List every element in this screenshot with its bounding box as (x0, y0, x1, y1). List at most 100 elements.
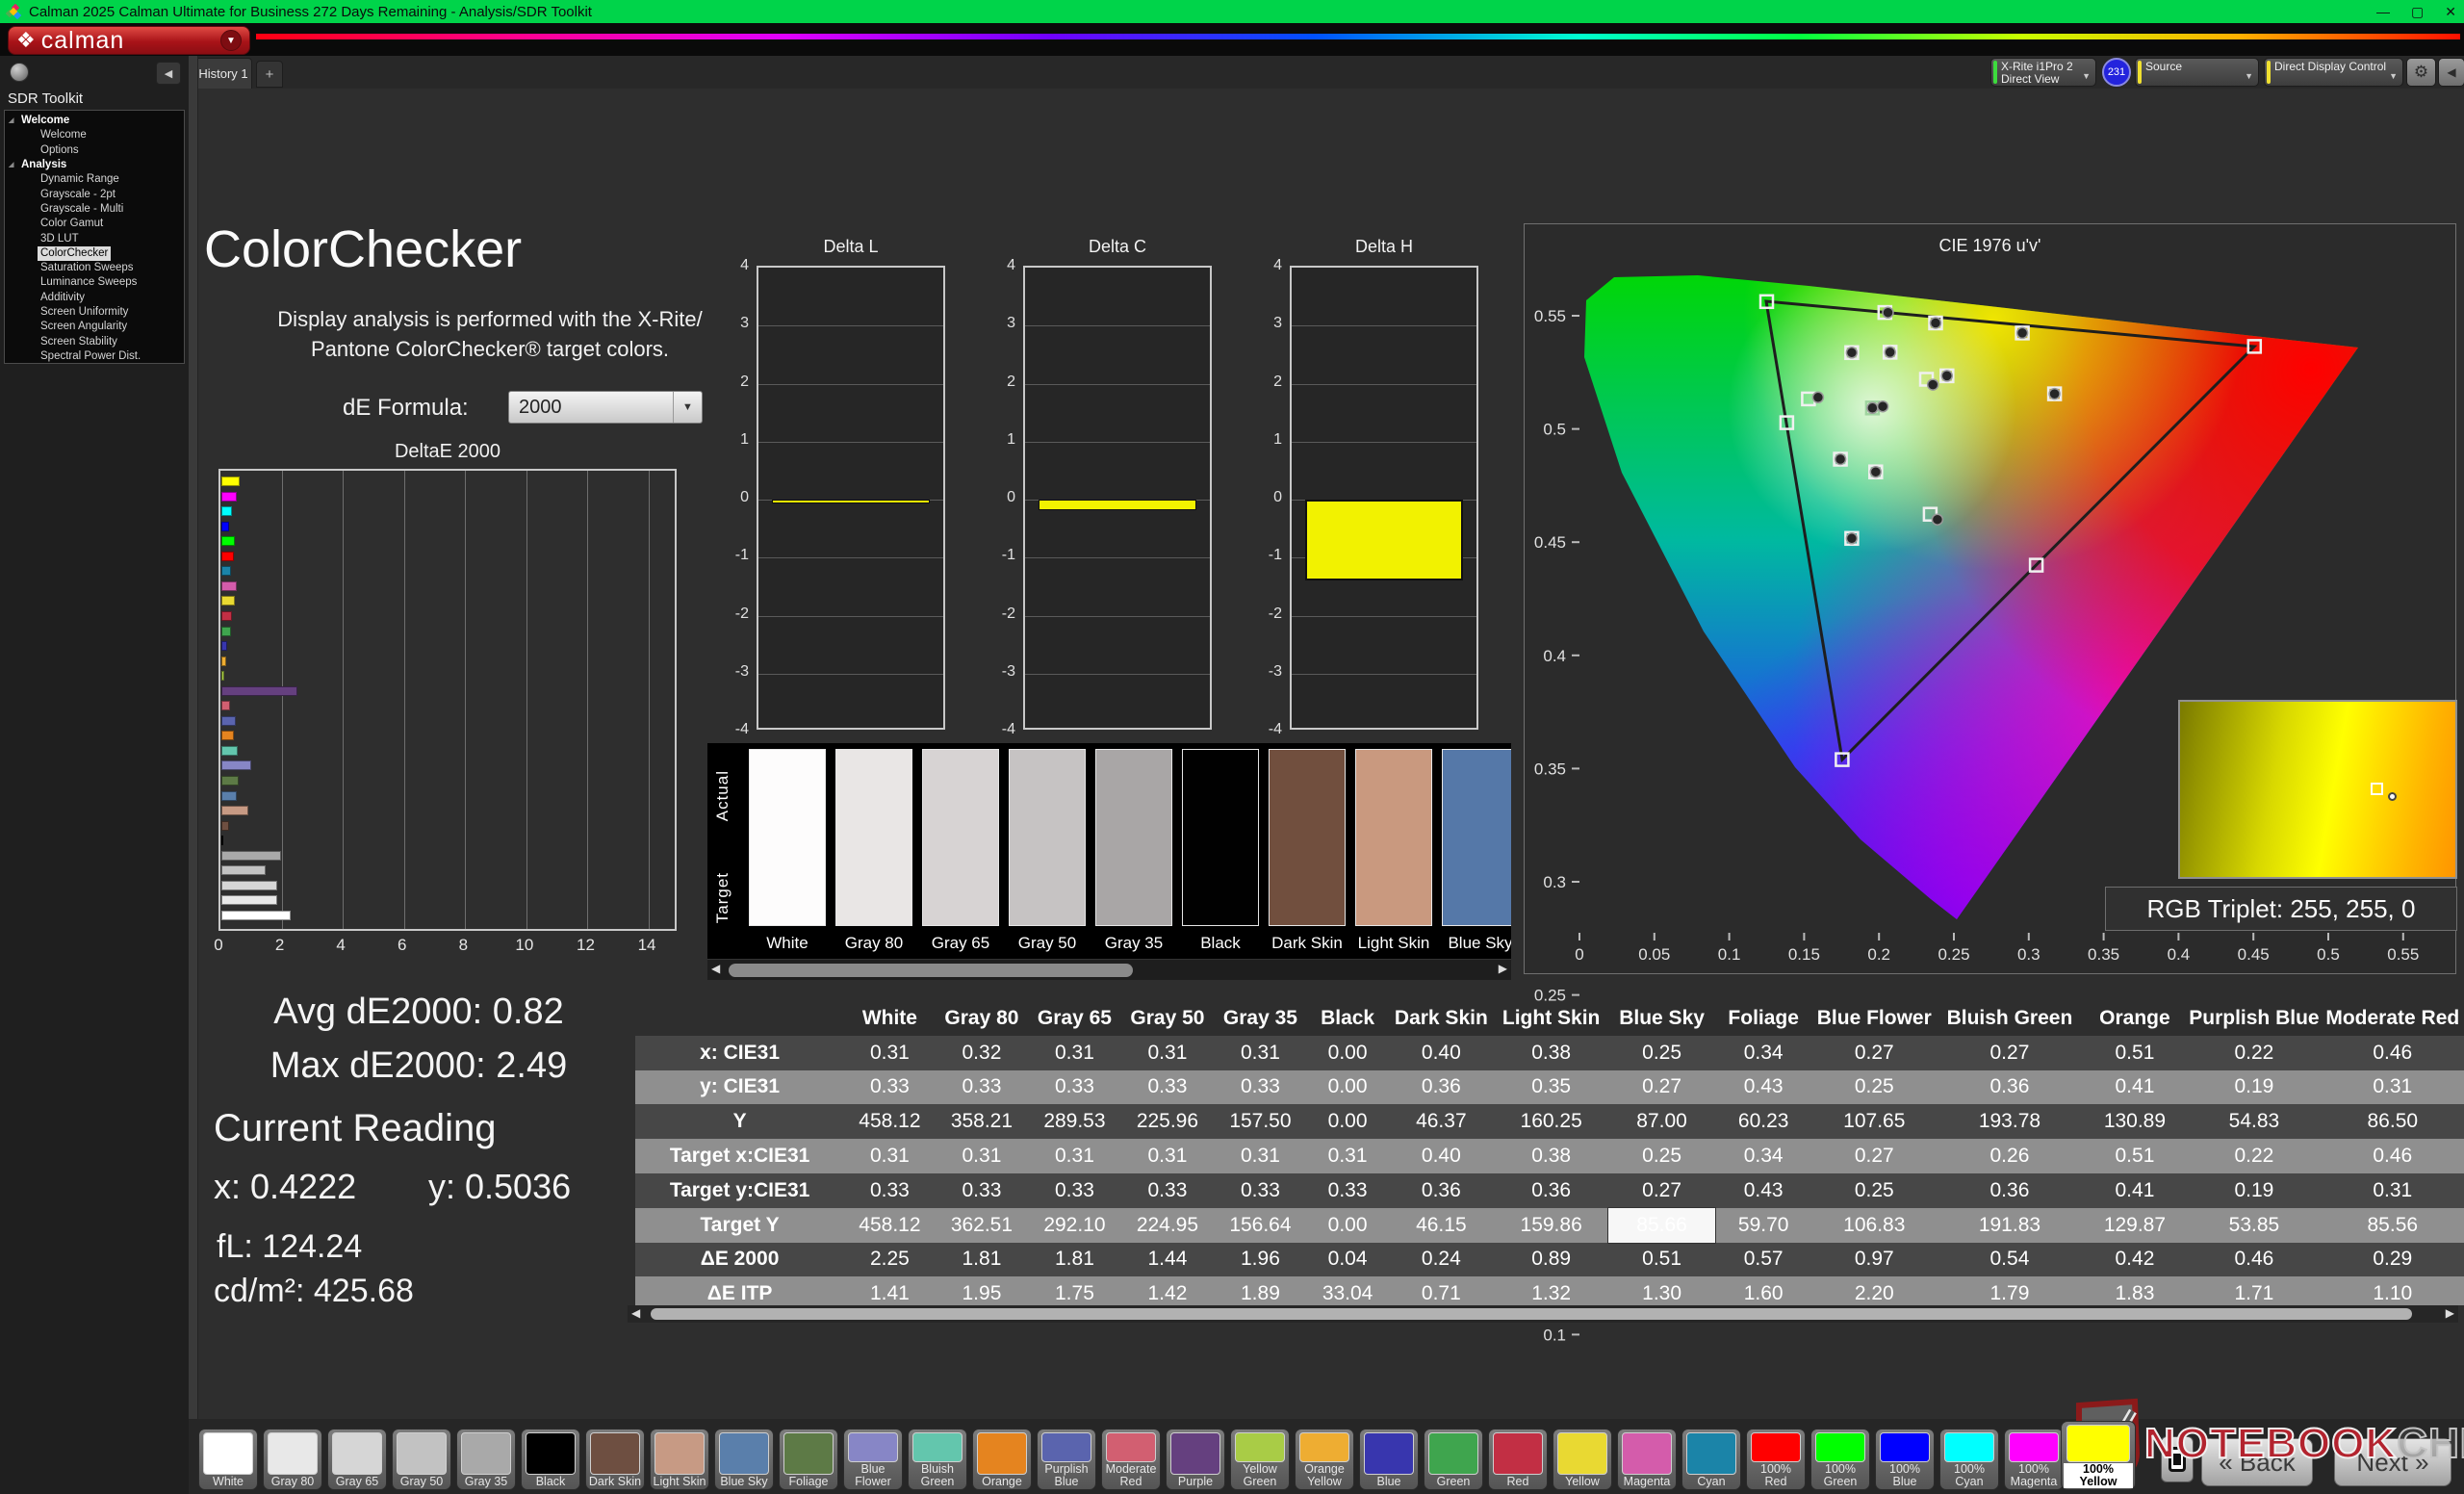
collapse-panel-button[interactable]: ◀ (2438, 58, 2464, 87)
sidebar-item-saturation-sweeps[interactable]: Saturation Sweeps (5, 261, 184, 275)
swatch-gray-35[interactable] (1095, 749, 1172, 926)
collapse-sidebar-button[interactable]: ◀ (156, 62, 181, 85)
table-scrollbar[interactable]: ◀ ▶ (628, 1305, 2458, 1323)
swatch-dark-skin[interactable] (1269, 749, 1346, 926)
patch-tile-gray-65[interactable]: Gray 65 (327, 1429, 387, 1490)
patch-tile-bluish-green[interactable]: Bluish Green (908, 1429, 967, 1490)
sidebar-splitter[interactable] (189, 56, 198, 1494)
pattern-window-button[interactable] (2161, 1436, 2194, 1482)
sidebar-item-screen-angularity[interactable]: Screen Angularity (5, 320, 184, 334)
patch-tile-100-green[interactable]: 100% Green (1810, 1429, 1870, 1490)
swatch-gray-65[interactable] (922, 749, 999, 926)
sidebar-item-welcome[interactable]: ◢ Welcome (5, 114, 184, 128)
sidebar-item-options[interactable]: Options (5, 143, 184, 158)
expander-icon[interactable]: ◢ (9, 114, 18, 128)
expander-icon[interactable]: ◢ (9, 158, 18, 172)
patch-tile-yellow[interactable]: Yellow (1553, 1429, 1612, 1490)
patch-tile-purple[interactable]: Purple (1166, 1429, 1225, 1490)
patch-tile-moderate-red[interactable]: Moderate Red (1101, 1429, 1161, 1490)
tab-history-1[interactable]: History 1 (194, 58, 252, 89)
sidebar-item-3d-lut[interactable]: 3D LUT (5, 231, 184, 245)
sidebar-item-dynamic-range[interactable]: Dynamic Range (5, 172, 184, 187)
sidebar-item-additivity[interactable]: Additivity (5, 291, 184, 305)
patch-tile-purplish-blue[interactable]: Purplish Blue (1037, 1429, 1096, 1490)
table-cell: 0.27 (1608, 1172, 1716, 1208)
axis-tick-label: 4 (1007, 257, 1015, 273)
scroll-right-icon[interactable]: ▶ (1499, 962, 1507, 975)
sidebar-item-screen-stability[interactable]: Screen Stability (5, 334, 184, 348)
chevron-left-icon: ◀ (2447, 65, 2456, 79)
meter-count-badge[interactable]: 231 (2102, 58, 2131, 87)
patch-tile-black[interactable]: Black (521, 1429, 580, 1490)
swatch-gray-80[interactable] (835, 749, 912, 926)
gridline (526, 471, 527, 929)
swatch-strip-scrollbar[interactable]: ◀ ▶ (707, 959, 1511, 980)
settings-button[interactable]: ⚙ (2406, 58, 2436, 87)
sidebar-item-screen-uniformity[interactable]: Screen Uniformity (5, 305, 184, 320)
swatch-gray-50[interactable] (1009, 749, 1086, 926)
add-tab-button[interactable]: + (256, 61, 283, 88)
sidebar-item-analysis[interactable]: ◢ Analysis (5, 158, 184, 172)
patch-tile-green[interactable]: Green (1424, 1429, 1483, 1490)
swatch-white[interactable] (749, 749, 826, 926)
swatch-black[interactable] (1182, 749, 1259, 926)
patch-tile-100-red[interactable]: 100% Red (1746, 1429, 1806, 1490)
deltae-bar-red (221, 610, 233, 621)
patch-color-chip (1622, 1432, 1672, 1475)
patch-tile-100-cyan[interactable]: 100% Cyan (1939, 1429, 1999, 1490)
patch-tile-blue-sky[interactable]: Blue Sky (714, 1429, 774, 1490)
calman-menu-button[interactable]: ❖ calman ▼ (8, 26, 250, 55)
sidebar-item-color-gamut[interactable]: Color Gamut (5, 217, 184, 231)
patch-tile-gray-80[interactable]: Gray 80 (263, 1429, 322, 1490)
display-control-dropdown[interactable]: Direct Display Control ▼ (2264, 58, 2403, 87)
table-column-header: Black (1321, 1006, 1375, 1029)
table-column-header: Foliage (1728, 1006, 1799, 1029)
patch-color-chip (2066, 1425, 2130, 1462)
patch-tile-light-skin[interactable]: Light Skin (650, 1429, 709, 1490)
gridline (758, 441, 943, 443)
patch-label: Gray 35 (464, 1475, 508, 1488)
table-cell: 0.26 (1937, 1139, 2083, 1173)
meter-dropdown[interactable]: X-Rite i1Pro 2 Direct View ▼ (1990, 58, 2096, 87)
sidebar-item-welcome[interactable]: Welcome (5, 128, 184, 142)
patch-tile-red[interactable]: Red (1488, 1429, 1548, 1490)
patch-tile-white[interactable]: White (198, 1429, 258, 1490)
patch-tile-100-yellow[interactable]: 100% Yellow (2061, 1421, 2136, 1490)
swatch-light-skin[interactable] (1355, 749, 1432, 926)
de-formula-select[interactable]: 2000 ▼ (508, 391, 703, 424)
sidebar-item-grayscale-2pt[interactable]: Grayscale - 2pt (5, 187, 184, 201)
sidebar-item-colorchecker[interactable]: ColorChecker (5, 245, 184, 261)
sidebar-item-spectral-power-dist-[interactable]: Spectral Power Dist. (5, 349, 184, 363)
scroll-left-icon[interactable]: ◀ (711, 962, 720, 975)
back-button[interactable]: « Back (2201, 1438, 2313, 1486)
chevron-down-icon[interactable]: ▼ (220, 30, 242, 51)
maximize-icon[interactable]: ▢ (2411, 4, 2424, 20)
swatch-blue-sky[interactable] (1442, 749, 1511, 926)
patch-color-chip (526, 1432, 576, 1475)
patch-tile-orange-yellow[interactable]: Orange Yellow (1295, 1429, 1354, 1490)
patch-tile-100-blue[interactable]: 100% Blue (1875, 1429, 1935, 1490)
sidebar-item-grayscale-multi[interactable]: Grayscale - Multi (5, 202, 184, 217)
patch-tile-cyan[interactable]: Cyan (1681, 1429, 1741, 1490)
patch-tile-yellow-green[interactable]: Yellow Green (1230, 1429, 1290, 1490)
patch-tile-gray-50[interactable]: Gray 50 (392, 1429, 451, 1490)
deltae-bar-magenta (221, 580, 237, 591)
sidebar-item-luminance-sweeps[interactable]: Luminance Sweeps (5, 275, 184, 290)
scrollbar-thumb[interactable] (729, 964, 1133, 977)
patch-tile-blue-flower[interactable]: Blue Flower (843, 1429, 903, 1490)
close-icon[interactable]: ✕ (2445, 4, 2456, 20)
source-dropdown[interactable]: Source ▼ (2135, 58, 2259, 87)
next-button[interactable]: Next » (2334, 1438, 2451, 1486)
patch-tile-dark-skin[interactable]: Dark Skin (585, 1429, 645, 1490)
patch-tile-100-magenta[interactable]: 100% Magenta (2004, 1429, 2064, 1490)
scroll-right-icon[interactable]: ▶ (2446, 1306, 2454, 1320)
scrollbar-thumb[interactable] (651, 1308, 2412, 1320)
patch-tile-gray-35[interactable]: Gray 35 (456, 1429, 516, 1490)
patch-tile-orange[interactable]: Orange (972, 1429, 1032, 1490)
scroll-left-icon[interactable]: ◀ (631, 1306, 640, 1320)
patch-tile-foliage[interactable]: Foliage (779, 1429, 838, 1490)
patch-tile-magenta[interactable]: Magenta (1617, 1429, 1677, 1490)
patch-tile-blue[interactable]: Blue (1359, 1429, 1419, 1490)
workflow-options-button[interactable] (10, 63, 29, 82)
minimize-icon[interactable]: — (2376, 4, 2390, 19)
